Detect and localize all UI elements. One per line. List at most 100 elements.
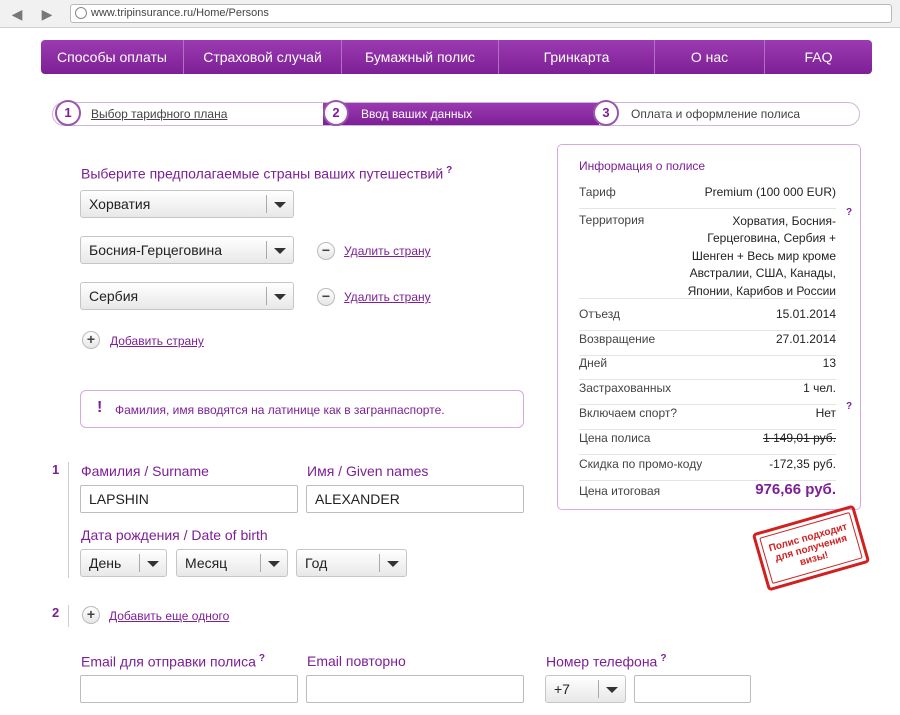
person-divider xyxy=(68,462,69,578)
territory-line: Шенген + Весь мир кроме xyxy=(691,248,836,263)
info-key: Застрахованных xyxy=(579,381,672,395)
country-3-value: Сербия xyxy=(89,288,139,304)
territory-line: Хорватия, Босния- xyxy=(732,214,836,228)
nav-about[interactable]: О нас xyxy=(655,40,765,74)
nav-paper-policy[interactable]: Бумажный полис xyxy=(342,40,499,74)
chevron-down-icon xyxy=(274,294,286,300)
phone-input[interactable] xyxy=(634,675,751,703)
territory-line: Герцеговина, Сербия + xyxy=(707,231,836,246)
nav-insurance-case[interactable]: Страховой случай xyxy=(184,40,342,74)
phone-label-text: Номер телефона xyxy=(546,653,658,670)
phone-code-select[interactable]: +7 xyxy=(545,675,626,703)
info-row-days: Дней 13 xyxy=(579,356,836,380)
chevron-down-icon xyxy=(274,248,286,254)
chevron-down-icon xyxy=(274,202,286,208)
stamp-line: визы! xyxy=(798,549,830,569)
dob-year-value: Год xyxy=(305,555,328,571)
globe-icon xyxy=(75,7,87,19)
info-value: 15.01.2014 xyxy=(775,307,836,321)
country-select-3[interactable]: Сербия xyxy=(80,282,294,310)
info-value: 1 149,01 руб. xyxy=(763,431,836,445)
territory-line: Австралии, США, Канады, xyxy=(689,266,836,281)
add-person-link[interactable]: Добавить еще одного xyxy=(109,609,229,623)
email-repeat-label: Email повторно xyxy=(307,653,406,669)
info-row-insured: Застрахованных 1 чел. xyxy=(579,381,836,405)
remove-icon[interactable]: − xyxy=(317,242,335,260)
nav-green-card[interactable]: Гринкарта xyxy=(499,40,655,74)
help-icon[interactable]: ? xyxy=(846,401,852,412)
forward-arrow-icon[interactable]: ▶ xyxy=(38,5,56,23)
info-row-return: Возвращение 27.01.2014 xyxy=(579,332,836,356)
dob-month-select[interactable]: Месяц xyxy=(176,549,288,577)
dropdown-divider xyxy=(260,554,261,572)
stamp-line: Полис подходит xyxy=(767,521,849,555)
browser-toolbar: ◀ ▶ www.tripinsurance.ru/Home/Persons xyxy=(0,0,900,28)
url-text: www.tripinsurance.ru/Home/Persons xyxy=(91,7,269,19)
email-input[interactable] xyxy=(80,675,298,703)
info-row-total: Цена итоговая 976,66 руб. xyxy=(579,481,836,503)
help-icon[interactable]: ? xyxy=(846,207,852,218)
plus-icon[interactable]: + xyxy=(82,331,100,349)
total-price: 976,66 руб. xyxy=(755,481,836,498)
info-key: Тариф xyxy=(579,185,616,199)
person-1-index: 1 xyxy=(52,462,60,477)
latin-notice: ! Фамилия, имя вводятся на латинице как … xyxy=(80,390,524,428)
help-icon[interactable]: ? xyxy=(446,165,452,176)
dob-year-select[interactable]: Год xyxy=(296,549,407,577)
info-key: Цена итоговая xyxy=(579,484,661,498)
plus-icon[interactable]: + xyxy=(82,606,100,624)
phone-label: Номер телефона? xyxy=(546,653,666,670)
remove-country-link-2[interactable]: Удалить страну xyxy=(344,244,431,258)
chevron-down-icon xyxy=(147,561,159,567)
country-select-1[interactable]: Хорватия xyxy=(80,190,294,218)
remove-icon[interactable]: − xyxy=(317,288,335,306)
info-key: Цена полиса xyxy=(579,431,651,445)
email-repeat-input[interactable] xyxy=(306,675,524,703)
nav-payment-methods[interactable]: Способы оплаты xyxy=(41,40,184,74)
dob-day-select[interactable]: День xyxy=(80,549,167,577)
dob-day-value: День xyxy=(89,555,122,571)
dropdown-divider xyxy=(266,287,267,305)
remove-country-link-3[interactable]: Удалить страну xyxy=(344,290,431,304)
info-key: Возвращение xyxy=(579,332,656,346)
step-1-link[interactable]: Выбор тарифного плана xyxy=(91,103,227,125)
countries-heading: Выберите предполагаемые страны ваших пут… xyxy=(81,165,452,182)
info-value: -172,35 руб. xyxy=(769,457,836,471)
chevron-down-icon xyxy=(606,687,618,693)
territory-line: Японии, Карибов и России xyxy=(687,283,836,298)
email-label: Email для отправки полиса? xyxy=(81,653,265,670)
info-value: Нет xyxy=(815,406,836,420)
policy-info-panel: Информация о полисе Тариф Premium (100 0… xyxy=(557,144,861,510)
dropdown-divider xyxy=(379,554,380,572)
visa-stamp: Полис подходит для получения визы! xyxy=(751,504,871,592)
country-select-2[interactable]: Босния-Герцеговина xyxy=(80,236,294,264)
dropdown-divider xyxy=(266,241,267,259)
info-value: 27.01.2014 xyxy=(775,332,836,346)
info-value: 13 xyxy=(822,356,836,370)
progress-steps: 1 Выбор тарифного плана 2 Ввод ваших дан… xyxy=(52,100,860,126)
back-arrow-icon[interactable]: ◀ xyxy=(8,5,26,23)
info-row-tariff: Тариф Premium (100 000 EUR) xyxy=(579,185,836,209)
step-3-label: Оплата и оформление полиса xyxy=(631,107,801,121)
phone-code-value: +7 xyxy=(554,681,570,697)
dob-label: Дата рождения / Date of birth xyxy=(81,527,268,543)
nav-faq[interactable]: FAQ xyxy=(765,40,872,74)
step-2-label: Ввод ваших данных xyxy=(361,107,473,121)
info-row-discount: Скидка по промо-коду -172,35 руб. xyxy=(579,457,836,481)
add-country-link[interactable]: Добавить страну xyxy=(110,334,204,348)
help-icon[interactable]: ? xyxy=(660,653,666,664)
dropdown-divider xyxy=(266,195,267,213)
given-name-input[interactable]: ALEXANDER xyxy=(306,485,524,513)
email-label-text: Email для отправки полиса xyxy=(81,653,256,670)
surname-label: Фамилия / Surname xyxy=(81,463,209,479)
info-value: 1 чел. xyxy=(803,381,836,395)
address-bar[interactable]: www.tripinsurance.ru/Home/Persons xyxy=(70,4,892,23)
chevron-down-icon xyxy=(387,561,399,567)
info-key: Дней xyxy=(579,356,608,370)
surname-input[interactable]: LAPSHIN xyxy=(80,485,298,513)
main-nav: Способы оплаты Страховой случай Бумажный… xyxy=(41,40,872,74)
notice-text: Фамилия, имя вводятся на латинице как в … xyxy=(115,403,445,417)
person-divider xyxy=(68,605,69,627)
help-icon[interactable]: ? xyxy=(259,653,265,664)
info-row-territory: Территория Хорватия, Босния- Герцеговина… xyxy=(579,213,836,299)
